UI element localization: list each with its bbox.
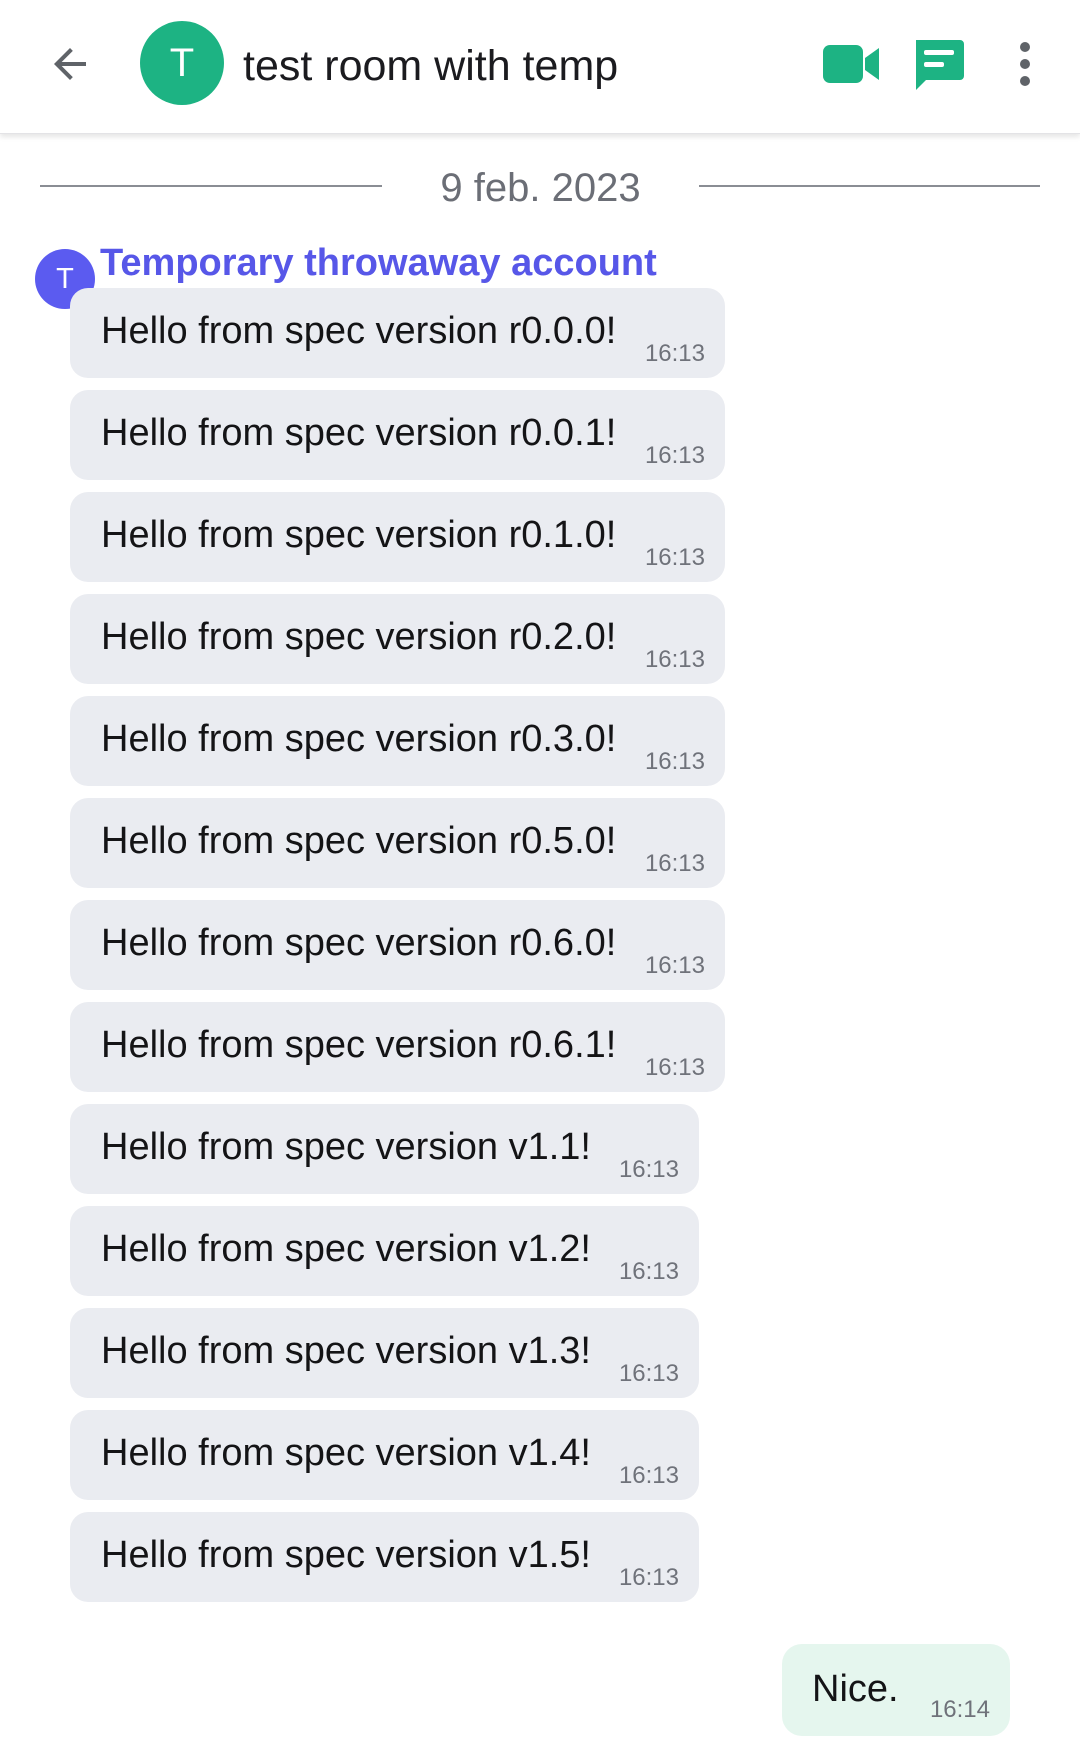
message-bubble[interactable]: Hello from spec version v1.1! 16:13 xyxy=(70,1104,699,1194)
message-time: 16:13 xyxy=(644,646,705,673)
chat-threads-icon xyxy=(916,40,964,90)
message-time: 16:13 xyxy=(644,340,705,367)
more-vertical-icon xyxy=(1020,42,1030,86)
message-bubble[interactable]: Hello from spec version v1.3! 16:13 xyxy=(70,1308,699,1398)
message-text: Hello from spec version r0.3.0! xyxy=(101,718,617,760)
divider-line xyxy=(40,185,382,187)
sender-avatar-initial: T xyxy=(56,262,74,295)
more-options-button[interactable] xyxy=(1005,34,1045,94)
message-time: 16:13 xyxy=(644,952,705,979)
message-time: 16:14 xyxy=(929,1696,990,1723)
message-bubble[interactable]: Hello from spec version r0.6.1! 16:13 xyxy=(70,1002,725,1092)
back-button[interactable] xyxy=(40,38,100,90)
message-time: 16:13 xyxy=(644,544,705,571)
message-time: 16:13 xyxy=(618,1258,679,1285)
message-bubble[interactable]: Hello from spec version r0.3.0! 16:13 xyxy=(70,696,725,786)
date-separator: 9 feb. 2023 xyxy=(40,158,1040,218)
message-text: Hello from spec version v1.4! xyxy=(101,1432,591,1474)
date-separator-label: 9 feb. 2023 xyxy=(440,166,641,210)
message-text: Hello from spec version v1.2! xyxy=(101,1228,591,1270)
message-time: 16:13 xyxy=(618,1156,679,1183)
message-text: Hello from spec version r0.6.0! xyxy=(101,922,617,964)
message-bubble[interactable]: Hello from spec version r0.0.1! 16:13 xyxy=(70,390,725,480)
arrow-left-icon xyxy=(54,48,86,80)
own-message-bubble[interactable]: Nice. 16:14 xyxy=(782,1644,1010,1736)
message-bubble[interactable]: Hello from spec version r0.1.0! 16:13 xyxy=(70,492,725,582)
top-app-bar: T test room with temp xyxy=(0,0,1080,134)
room-avatar[interactable]: T xyxy=(140,21,224,105)
message-time: 16:13 xyxy=(644,748,705,775)
message-text: Hello from spec version v1.5! xyxy=(101,1534,591,1576)
message-text: Nice. xyxy=(812,1668,899,1710)
message-time: 16:13 xyxy=(644,442,705,469)
message-time: 16:13 xyxy=(644,1054,705,1081)
room-title[interactable]: test room with temp xyxy=(243,36,618,96)
threads-button[interactable] xyxy=(908,34,968,94)
room-avatar-initial: T xyxy=(169,40,195,85)
message-text: Hello from spec version r0.6.1! xyxy=(101,1024,617,1066)
message-bubble[interactable]: Hello from spec version r0.0.0! 16:13 xyxy=(70,288,725,378)
message-text: Hello from spec version r0.5.0! xyxy=(101,820,617,862)
message-text: Hello from spec version r0.0.1! xyxy=(101,412,617,454)
divider-line xyxy=(699,185,1040,187)
video-camera-icon xyxy=(823,45,879,83)
message-text: Hello from spec version r0.0.0! xyxy=(101,310,617,352)
message-bubble[interactable]: Hello from spec version v1.5! 16:13 xyxy=(70,1512,699,1602)
message-bubble[interactable]: Hello from spec version v1.2! 16:13 xyxy=(70,1206,699,1296)
message-bubble[interactable]: Hello from spec version v1.4! 16:13 xyxy=(70,1410,699,1500)
message-text: Hello from spec version v1.1! xyxy=(101,1126,591,1168)
message-time: 16:13 xyxy=(618,1462,679,1489)
message-time: 16:13 xyxy=(618,1564,679,1591)
video-call-button[interactable] xyxy=(820,36,884,92)
sender-name[interactable]: Temporary throwaway account xyxy=(100,240,657,286)
message-text: Hello from spec version r0.2.0! xyxy=(101,616,617,658)
message-text: Hello from spec version v1.3! xyxy=(101,1330,591,1372)
message-text: Hello from spec version r0.1.0! xyxy=(101,514,617,556)
message-bubble[interactable]: Hello from spec version r0.5.0! 16:13 xyxy=(70,798,725,888)
message-time: 16:13 xyxy=(644,850,705,877)
message-bubble[interactable]: Hello from spec version r0.6.0! 16:13 xyxy=(70,900,725,990)
message-time: 16:13 xyxy=(618,1360,679,1387)
message-bubble[interactable]: Hello from spec version r0.2.0! 16:13 xyxy=(70,594,725,684)
